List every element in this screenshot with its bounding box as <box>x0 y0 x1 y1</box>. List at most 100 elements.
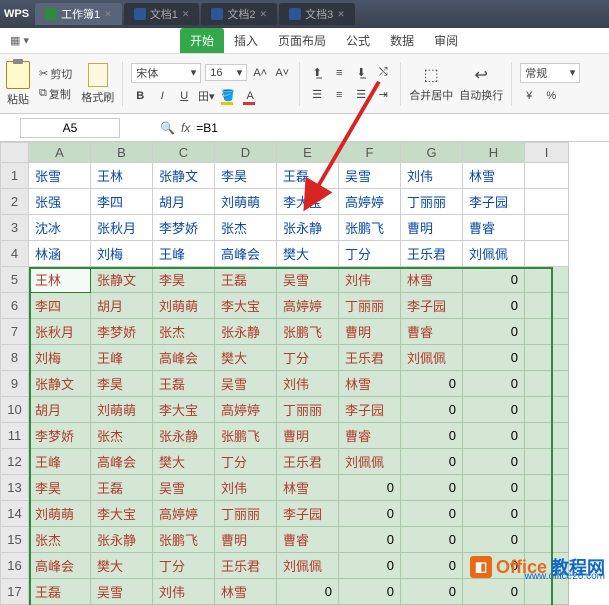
row-header[interactable]: 16 <box>1 553 29 579</box>
ribbon-tab[interactable]: 数据 <box>380 28 424 53</box>
font-color-button[interactable]: A <box>241 87 259 105</box>
cell[interactable]: 曹睿 <box>401 319 463 345</box>
cell[interactable]: 吴雪 <box>91 579 153 605</box>
doc-tab[interactable]: 工作簿1✕ <box>35 3 122 25</box>
cell[interactable]: 吴雪 <box>153 475 215 501</box>
cell[interactable]: 高婷婷 <box>215 397 277 423</box>
cell[interactable]: 0 <box>401 579 463 605</box>
wrap-icon[interactable]: ↩ <box>475 65 488 85</box>
cell[interactable]: 张静文 <box>29 371 91 397</box>
cell[interactable]: 张永静 <box>91 527 153 553</box>
cell[interactable]: 李大宝 <box>153 397 215 423</box>
cell[interactable]: 樊大 <box>153 449 215 475</box>
column-header[interactable]: D <box>215 143 277 163</box>
cell[interactable]: 张杰 <box>215 215 277 241</box>
close-icon[interactable]: ✕ <box>182 9 190 20</box>
percent-icon[interactable]: % <box>542 87 560 105</box>
cell[interactable]: 张秋月 <box>29 319 91 345</box>
doc-tab[interactable]: 文档2✕ <box>201 3 277 25</box>
cell[interactable]: 曹明 <box>215 527 277 553</box>
indent-icon[interactable]: ⇥ <box>374 86 392 104</box>
column-header[interactable]: I <box>525 143 569 163</box>
cell[interactable] <box>525 215 569 241</box>
name-box[interactable]: A5 <box>20 118 120 138</box>
copy-button[interactable]: ⧉复制 <box>36 85 74 103</box>
cell[interactable]: 吴雪 <box>339 163 401 189</box>
align-middle-icon[interactable]: ≡ <box>330 64 348 82</box>
cell[interactable]: 林涵 <box>29 241 91 267</box>
cell[interactable]: 林雪 <box>215 579 277 605</box>
cell[interactable]: 王峰 <box>153 241 215 267</box>
align-left-icon[interactable]: ☰ <box>308 86 326 104</box>
cell[interactable]: 王峰 <box>91 345 153 371</box>
fx-search-icon[interactable]: 🔍 <box>160 121 175 135</box>
cell[interactable]: 0 <box>463 579 525 605</box>
cell[interactable]: 张静文 <box>91 267 153 293</box>
format-painter-icon[interactable] <box>88 63 108 87</box>
spreadsheet-grid[interactable]: ABCDEFGHI 1张雪王林张静文李昊王磊吴雪刘伟林雪2张强李四胡月刘萌萌李大… <box>0 142 609 605</box>
close-icon[interactable]: ✕ <box>104 9 112 20</box>
row-header[interactable]: 7 <box>1 319 29 345</box>
cell[interactable]: 0 <box>401 475 463 501</box>
cell[interactable]: 王乐君 <box>401 241 463 267</box>
cell[interactable]: 丁分 <box>277 345 339 371</box>
formula-input[interactable] <box>196 121 396 135</box>
cell[interactable]: 张永静 <box>277 215 339 241</box>
number-format-select[interactable]: 常规▾ <box>520 63 580 83</box>
cell[interactable]: 0 <box>339 553 401 579</box>
ribbon-tab[interactable]: 审阅 <box>424 28 468 53</box>
cell[interactable]: 曹睿 <box>339 423 401 449</box>
cell[interactable]: 高婷婷 <box>277 293 339 319</box>
cell[interactable]: 王磊 <box>153 371 215 397</box>
cell[interactable]: 李大宝 <box>215 293 277 319</box>
row-header[interactable]: 10 <box>1 397 29 423</box>
doc-tab[interactable]: 文档3✕ <box>279 3 355 25</box>
cell[interactable]: 刘萌萌 <box>153 293 215 319</box>
cell[interactable] <box>525 319 569 345</box>
cell[interactable]: 0 <box>463 527 525 553</box>
cell[interactable]: 刘伟 <box>215 475 277 501</box>
row-header[interactable]: 13 <box>1 475 29 501</box>
cell[interactable]: 李昊 <box>215 163 277 189</box>
cell[interactable]: 高婷婷 <box>153 501 215 527</box>
cell[interactable] <box>525 501 569 527</box>
column-header[interactable]: E <box>277 143 339 163</box>
cell[interactable]: 李四 <box>29 293 91 319</box>
cell[interactable]: 0 <box>339 579 401 605</box>
cell[interactable]: 0 <box>401 423 463 449</box>
cell[interactable]: 0 <box>463 319 525 345</box>
cell[interactable]: 刘佩佩 <box>339 449 401 475</box>
cell[interactable]: 刘伟 <box>153 579 215 605</box>
cell[interactable]: 张鹏飞 <box>339 215 401 241</box>
cell[interactable]: 王乐君 <box>277 449 339 475</box>
cell[interactable]: 高峰会 <box>91 449 153 475</box>
row-header[interactable]: 4 <box>1 241 29 267</box>
align-bottom-icon[interactable]: ⬇̲ <box>352 64 370 82</box>
cell[interactable]: 李子园 <box>463 189 525 215</box>
align-center-icon[interactable]: ≡ <box>330 86 348 104</box>
cell[interactable]: 王磊 <box>91 475 153 501</box>
cell[interactable]: 樊大 <box>215 345 277 371</box>
cell[interactable]: 张鹏飞 <box>215 423 277 449</box>
cell[interactable]: 张杰 <box>153 319 215 345</box>
cell[interactable]: 0 <box>463 449 525 475</box>
font-size-select[interactable]: 16▾ <box>205 64 247 81</box>
cell[interactable]: 林雪 <box>463 163 525 189</box>
row-header[interactable]: 8 <box>1 345 29 371</box>
cell[interactable]: 张杰 <box>91 423 153 449</box>
cell[interactable]: 李昊 <box>91 371 153 397</box>
cell[interactable]: 张永静 <box>153 423 215 449</box>
close-icon[interactable]: ✕ <box>260 9 268 20</box>
cell[interactable]: 林雪 <box>277 475 339 501</box>
cell[interactable]: 王乐君 <box>339 345 401 371</box>
cell[interactable]: 林雪 <box>339 371 401 397</box>
cell[interactable]: 刘佩佩 <box>277 553 339 579</box>
ribbon-tab[interactable]: 插入 <box>224 28 268 53</box>
cell[interactable]: 李梦娇 <box>153 215 215 241</box>
cell[interactable]: 0 <box>401 449 463 475</box>
cell[interactable]: 刘伟 <box>277 371 339 397</box>
cell[interactable]: 曹明 <box>277 423 339 449</box>
row-header[interactable]: 15 <box>1 527 29 553</box>
cell[interactable] <box>525 371 569 397</box>
merge-icon[interactable]: ⬚ <box>424 65 439 85</box>
